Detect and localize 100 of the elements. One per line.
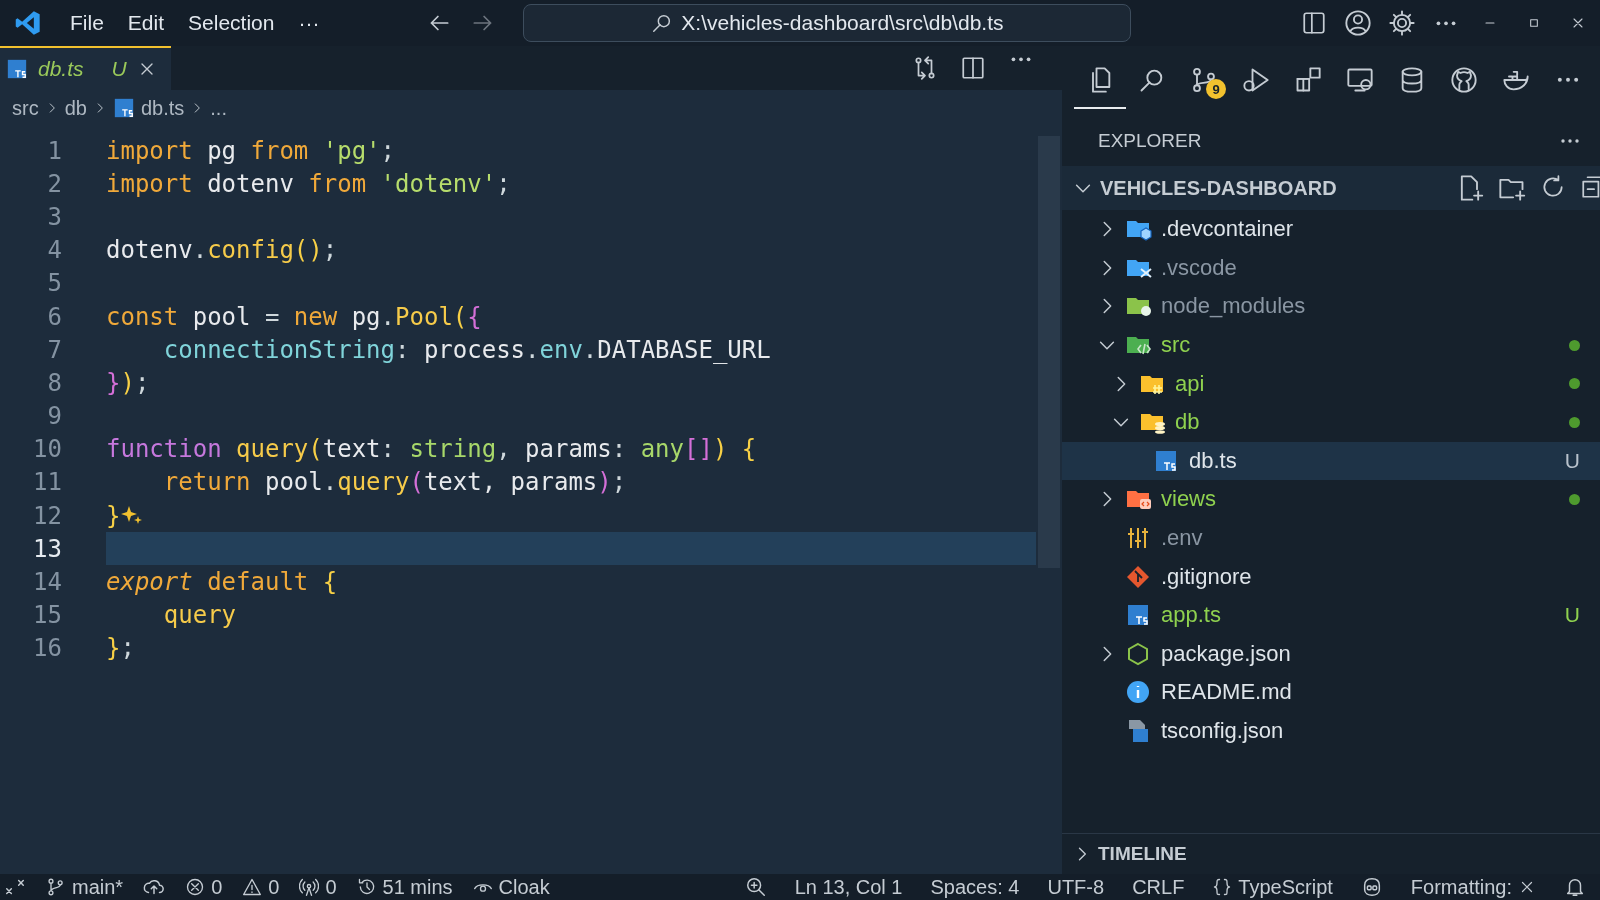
hexagon-icon <box>1126 641 1150 666</box>
error-icon <box>185 877 206 897</box>
editor-tab[interactable]: db.ts U <box>0 46 171 90</box>
tree-item[interactable]: .gitignore <box>1062 557 1600 596</box>
line-number: 6 <box>46 302 62 331</box>
line-number: 14 <box>32 568 62 597</box>
typescript-file-icon <box>1154 448 1178 473</box>
typescript-file-icon <box>1126 603 1150 628</box>
sliders-icon <box>1126 526 1150 551</box>
tree-item[interactable]: README.md <box>1062 673 1600 712</box>
tree-item[interactable]: .devcontainer <box>1062 210 1600 249</box>
menu-item[interactable]: File <box>58 7 116 39</box>
typescript-file-icon <box>1126 719 1150 743</box>
status-item[interactable]: Formatting: <box>1410 875 1536 899</box>
tree-item[interactable]: package.json <box>1062 634 1600 674</box>
code-line: query <box>162 600 237 632</box>
zoom-icon[interactable] <box>744 876 767 898</box>
git-icon <box>1126 564 1150 589</box>
typescript-file-icon <box>112 97 135 119</box>
collapse-icon[interactable] <box>1580 174 1600 200</box>
layout-icon[interactable] <box>1301 10 1327 36</box>
extensions-icon <box>1294 66 1322 94</box>
breadcrumb-item[interactable]: ... <box>210 96 227 120</box>
tree-item[interactable]: .env <box>1062 518 1600 558</box>
breadcrumb-item[interactable]: db.ts <box>140 96 185 120</box>
line-number: 2 <box>46 169 62 198</box>
split-editor-icon[interactable] <box>960 55 986 81</box>
menu-item[interactable]: Selection <box>176 7 287 39</box>
source-control-icon <box>1190 66 1218 94</box>
status-item[interactable]: Ln 13, Col 1 <box>794 875 903 899</box>
compare-changes-icon[interactable] <box>912 55 938 81</box>
line-number: 1 <box>46 136 62 165</box>
command-center[interactable]: X:\vehicles-dashboard\src\db\db.ts <box>523 4 1132 42</box>
menu-item[interactable]: Edit <box>115 7 177 39</box>
typescript-file-icon <box>6 58 28 80</box>
code-line: } <box>106 499 145 533</box>
tree-item[interactable]: src <box>1062 325 1600 365</box>
menu-item[interactable]: ··· <box>286 7 332 39</box>
code-line: export default { <box>106 567 338 599</box>
line-number: 7 <box>46 335 62 364</box>
tree-item[interactable]: app.ts U <box>1062 595 1600 635</box>
tree-item[interactable]: db.ts U <box>1062 441 1600 481</box>
line-number: 3 <box>46 202 62 231</box>
line-number: 11 <box>32 468 62 497</box>
line-number: 13 <box>32 534 62 563</box>
breadcrumb-item[interactable]: db <box>64 96 87 120</box>
status-item[interactable]: TypeScript <box>1212 875 1333 899</box>
count-badge: 9 <box>1206 79 1226 99</box>
warning-icon <box>242 877 263 897</box>
code-line: dotenv.config(); <box>106 235 338 267</box>
git-status-letter: U <box>1564 448 1580 473</box>
code-line: const pool = new pg.Pool({ <box>106 301 482 333</box>
more-icon[interactable] <box>1558 137 1582 145</box>
account-icon[interactable] <box>1344 9 1372 37</box>
line-number: 9 <box>46 402 62 431</box>
app-logo-icon <box>14 9 42 37</box>
status-item[interactable]: 51 mins <box>356 875 453 899</box>
line-number: 5 <box>46 269 62 298</box>
settings-icon[interactable] <box>1388 9 1416 37</box>
status-item[interactable]: Cloak <box>472 875 550 899</box>
braces-icon <box>1212 877 1233 897</box>
status-item[interactable]: Spaces: 4 <box>930 875 1020 899</box>
tree-item[interactable]: views <box>1062 480 1600 519</box>
cat-icon <box>1450 66 1478 94</box>
tree-item[interactable]: tsconfig.json <box>1062 711 1600 751</box>
breadcrumb-item[interactable]: src <box>12 96 39 120</box>
folder-header[interactable]: VEHICLES-DASHBOARD <box>1062 166 1600 210</box>
line-number: 4 <box>46 236 62 265</box>
line-number: 10 <box>32 435 62 464</box>
line-number: 15 <box>32 601 62 630</box>
monitor-icon <box>1346 66 1374 94</box>
run-debug-icon <box>1242 66 1270 94</box>
code-line: function query(text: string, params: any[]) { <box>106 434 757 466</box>
tree-item[interactable]: .vscode <box>1062 248 1600 288</box>
tree-item[interactable]: api <box>1062 364 1600 403</box>
code-line: }); <box>106 367 150 399</box>
code-line: connectionString: process.env.DATABASE_URL <box>162 334 771 366</box>
branch-icon <box>46 877 66 897</box>
status-item[interactable]: 0 <box>299 875 337 899</box>
bell-icon[interactable] <box>1564 876 1586 898</box>
tree-item[interactable]: db <box>1062 402 1600 442</box>
code-line: import pg from 'pg'; <box>106 135 395 167</box>
history-icon <box>356 877 377 897</box>
panel-title: EXPLORER <box>1098 130 1202 152</box>
line-number: 8 <box>46 368 62 397</box>
line-number: 12 <box>32 501 62 530</box>
status-item[interactable]: 0 <box>242 875 280 899</box>
status-item[interactable]: UTF-8 <box>1047 875 1105 899</box>
status-item[interactable]: 0 <box>185 875 223 899</box>
code-line: }; <box>106 633 135 665</box>
git-status-letter: U <box>1564 603 1580 628</box>
status-item[interactable]: main* <box>46 875 124 899</box>
status-item[interactable]: CRLF <box>1132 875 1185 899</box>
line-number: 16 <box>32 634 62 663</box>
code-line: import dotenv from 'dotenv'; <box>106 168 511 200</box>
activity-button[interactable]: 9 <box>1178 53 1230 109</box>
tree-item[interactable]: node_modules <box>1062 287 1600 326</box>
info-icon <box>1126 680 1150 705</box>
antenna-icon <box>299 877 320 897</box>
code-line: return pool.query(text, params); <box>162 467 627 499</box>
